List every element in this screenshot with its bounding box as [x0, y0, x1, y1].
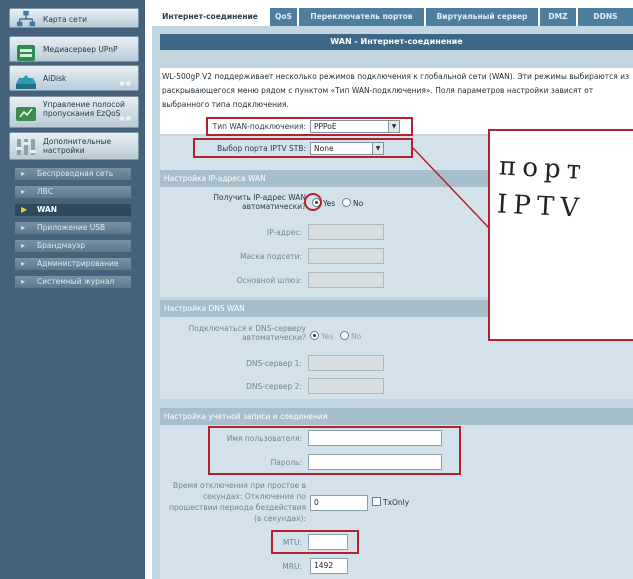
tab-virtual-server[interactable]: Виртуальный сервер — [426, 8, 538, 26]
chevron-right-icon: ▸ — [21, 169, 26, 178]
aidisk-icon — [16, 75, 36, 89]
gateway-input[interactable] — [308, 272, 384, 288]
sidebar-item-network-map[interactable]: Карта сети — [9, 8, 139, 28]
sidebar-item-label: Беспроводная сеть — [37, 169, 114, 178]
sidebar-item-advanced-settings[interactable]: Дополнительные настройки — [9, 132, 139, 160]
ip-address-label: IP-адрес: — [266, 228, 302, 237]
handwritten-annotation-text: порт IPTV — [496, 151, 588, 224]
mru-value: 1492 — [314, 561, 334, 570]
chevron-right-icon: ▸ — [21, 223, 26, 232]
dns-auto-label: Подключаться к DNS-серверу автоматически… — [188, 324, 306, 342]
wan-ip-auto-no-label: No — [353, 199, 364, 208]
sidebar-item-label: Карта сети — [43, 15, 88, 24]
idle-timeout-label: Время отключения при простое в секундах:… — [169, 481, 306, 523]
sidebar-item-label: WAN — [37, 205, 58, 214]
dns-auto-yes-radio[interactable] — [310, 331, 319, 340]
sidebar-item-aidisk[interactable]: AiDisk ●● — [9, 65, 139, 91]
txonly-label: TxOnly — [383, 498, 410, 507]
media-server-icon — [17, 45, 35, 61]
sidebar-item-wireless[interactable]: ▸ Беспроводная сеть — [14, 167, 132, 181]
tab-ddns[interactable]: DDNS — [578, 8, 633, 26]
dns2-input[interactable] — [308, 378, 384, 394]
page-title: WAN - Интернет-соединение — [160, 34, 633, 50]
tab-internet-connection[interactable]: Интернет-соединение — [152, 8, 268, 26]
dns-auto-yes-label: Yes — [321, 332, 334, 341]
sidebar-item-system-log[interactable]: ▸ Системный журнал — [14, 275, 132, 289]
chevron-right-icon: ▶ — [21, 205, 28, 214]
iptv-port-highlight — [193, 138, 413, 158]
sidebar-item-administration[interactable]: ▸ Администрирование — [14, 257, 132, 271]
intro-text: WL-500gP V2 поддерживает несколько режим… — [162, 72, 630, 109]
ezqos-icon — [16, 107, 36, 121]
mtu-highlight — [271, 530, 359, 554]
chevron-right-icon: ▸ — [21, 187, 26, 196]
sidebar-item-firewall[interactable]: ▸ Брандмауэр — [14, 239, 132, 253]
sidebar-item-label: ЛВС — [37, 187, 54, 196]
dns1-label: DNS-сервер 1: — [246, 359, 302, 368]
sidebar-item-ezqos[interactable]: Управление полосой пропускания EzQoS ●● — [9, 96, 139, 128]
idle-timeout-input[interactable]: 0 — [310, 495, 368, 511]
sidebar-item-lan[interactable]: ▸ ЛВС — [14, 185, 132, 199]
txonly-checkbox[interactable] — [372, 497, 381, 506]
account-highlight — [208, 426, 461, 475]
sidebar-item-label: Брандмауэр — [37, 241, 86, 250]
sidebar-item-label: Системный журнал — [37, 277, 115, 286]
sidebar-item-upnp-media-server[interactable]: Медиасервер UPnP — [9, 36, 139, 62]
dns-auto-no-radio[interactable] — [340, 331, 349, 340]
tab-qos[interactable]: QoS — [270, 8, 297, 26]
sidebar-item-label: Администрирование — [37, 259, 119, 268]
chevron-right-icon: ▸ — [21, 259, 26, 268]
advanced-settings-icon — [16, 139, 36, 155]
account-section-title: Настройка учетной записи и соединения — [160, 408, 633, 425]
sidebar-item-usb-application[interactable]: ▸ Приложение USB — [14, 221, 132, 235]
chevron-right-icon: ▸ — [21, 241, 26, 250]
wan-ip-auto-no-radio[interactable] — [342, 198, 351, 207]
dns-auto-no-label: No — [351, 332, 362, 341]
tab-bar: Интернет-соединение QoS Переключатель по… — [152, 8, 633, 26]
ip-address-input[interactable] — [308, 224, 384, 240]
subnet-mask-input[interactable] — [308, 248, 384, 264]
wan-ip-auto-highlight — [304, 193, 322, 211]
router-admin-window: Карта сети Медиасервер UPnP AiDisk ●● Уп… — [0, 0, 633, 579]
sidebar-item-wan[interactable]: ▶ WAN — [14, 203, 132, 217]
chevron-right-icon: ▸ — [21, 277, 26, 286]
handwritten-annotation: порт IPTV — [496, 147, 600, 228]
sidebar-item-label: Дополнительные настройки — [43, 137, 112, 155]
network-map-icon — [17, 10, 35, 27]
wan-ip-auto-yes-label: Yes — [323, 199, 336, 208]
dns2-label: DNS-сервер 2: — [246, 382, 302, 391]
sidebar-item-decoration: ●● — [119, 115, 132, 122]
wan-ip-auto-label: Получить IP-адрес WAN автоматически? — [213, 193, 306, 211]
sidebar-item-label: Приложение USB — [37, 223, 106, 232]
mru-input[interactable]: 1492 — [310, 558, 348, 574]
sidebar-item-decoration: ●● — [119, 80, 132, 87]
tab-dmz[interactable]: DMZ — [540, 8, 576, 26]
tab-port-switch[interactable]: Переключатель портов — [299, 8, 424, 26]
sidebar: Карта сети Медиасервер UPnP AiDisk ●● Уп… — [0, 0, 145, 579]
sidebar-item-label: Медиасервер UPnP — [43, 45, 118, 54]
wan-type-highlight — [206, 117, 413, 136]
mru-label: MRU: — [282, 562, 302, 571]
gateway-label: Основной шлюз: — [236, 276, 302, 285]
idle-timeout-value: 0 — [314, 498, 319, 507]
dns1-input[interactable] — [308, 355, 384, 371]
subnet-mask-label: Маска подсети: — [240, 252, 302, 261]
